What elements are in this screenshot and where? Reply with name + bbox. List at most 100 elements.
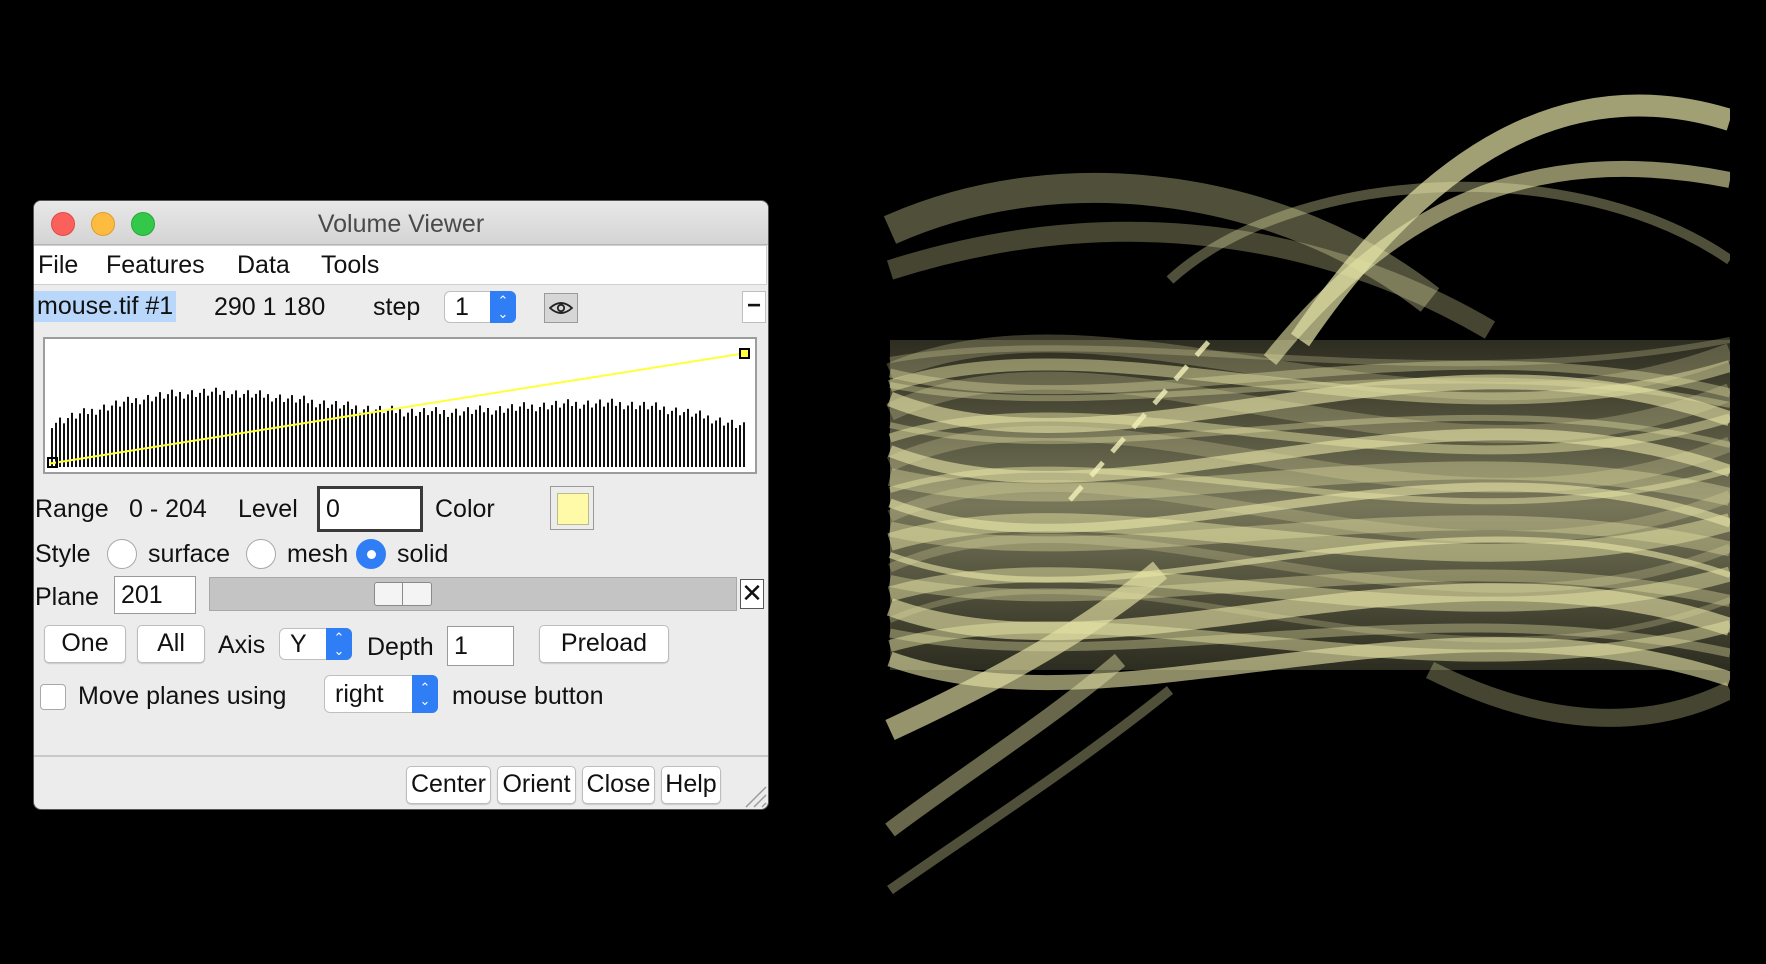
- clear-planes-button[interactable]: ✕: [740, 579, 764, 609]
- eye-button[interactable]: [544, 293, 578, 323]
- histogram-bar: [135, 398, 137, 467]
- color-swatch-button[interactable]: [550, 486, 594, 530]
- histogram-bar: [547, 409, 549, 467]
- histogram-bar: [643, 401, 645, 467]
- mouse-button-select[interactable]: right ⌃ ⌄: [324, 675, 438, 713]
- center-button[interactable]: Center: [406, 766, 491, 804]
- step-select[interactable]: 1 ⌃ ⌄: [444, 291, 516, 323]
- histogram-bar: [607, 402, 609, 467]
- close-button[interactable]: Close: [582, 766, 655, 804]
- histogram-bar: [471, 413, 473, 467]
- all-planes-button[interactable]: All: [137, 625, 205, 663]
- histogram-bar: [343, 405, 345, 467]
- histogram-bar: [115, 400, 117, 467]
- histogram-bar: [331, 404, 333, 467]
- histogram-bar: [671, 410, 673, 467]
- help-button[interactable]: Help: [661, 766, 721, 804]
- histogram-bar: [635, 409, 637, 467]
- histogram-bar: [223, 390, 225, 467]
- histogram-bar: [51, 428, 53, 467]
- histogram-bar: [579, 408, 581, 467]
- histogram-bar: [451, 412, 453, 467]
- histogram-bar: [151, 401, 153, 467]
- resize-grip-icon[interactable]: [742, 783, 768, 809]
- histogram-bar: [119, 406, 121, 467]
- plane-slider-thumb[interactable]: [374, 582, 432, 606]
- eye-icon: [549, 302, 573, 314]
- axis-select[interactable]: Y ⌃ ⌄: [279, 628, 352, 660]
- plane-slider[interactable]: [209, 577, 737, 611]
- menu-file[interactable]: File: [38, 251, 78, 280]
- histogram-bar: [227, 398, 229, 467]
- histogram-bar: [307, 403, 309, 467]
- histogram-bar: [147, 394, 149, 467]
- histogram-panel[interactable]: [43, 337, 757, 474]
- histogram-bar: [619, 402, 621, 467]
- histogram-bar: [315, 407, 317, 467]
- histogram-bar: [291, 395, 293, 467]
- histogram-bar: [163, 398, 165, 467]
- histogram-bar: [723, 425, 725, 467]
- move-planes-checkbox[interactable]: [40, 684, 66, 710]
- histogram-bar: [423, 408, 425, 467]
- histogram-bar: [447, 416, 449, 467]
- style-surface-label[interactable]: surface: [148, 540, 230, 569]
- histogram-bar: [599, 399, 601, 467]
- histogram-bar: [495, 410, 497, 467]
- menu-features[interactable]: Features: [106, 251, 205, 280]
- histogram-bar: [691, 416, 693, 467]
- histogram-bar: [503, 412, 505, 467]
- collapse-panel-button[interactable]: −: [742, 291, 766, 323]
- histogram-bar: [515, 410, 517, 467]
- histogram-chart[interactable]: [45, 339, 755, 472]
- style-mesh-label[interactable]: mesh: [287, 540, 348, 569]
- histogram-bar: [427, 415, 429, 467]
- histogram-bar: [271, 401, 273, 467]
- range-value: 0 - 204: [129, 495, 207, 523]
- histogram-bar: [211, 391, 213, 467]
- histogram-bar: [87, 414, 89, 467]
- histogram-bar: [247, 390, 249, 467]
- histogram-bar: [531, 404, 533, 467]
- histogram-bar: [379, 405, 381, 467]
- step-value: 1: [455, 293, 469, 321]
- style-mesh-radio[interactable]: [246, 539, 276, 569]
- style-solid-radio[interactable]: [356, 539, 386, 569]
- histogram-bar: [587, 400, 589, 467]
- title-bar[interactable]: Volume Viewer: [34, 201, 768, 245]
- style-solid-label[interactable]: solid: [397, 540, 448, 569]
- histogram-bar: [595, 403, 597, 467]
- histogram-bar: [367, 405, 369, 467]
- histogram-bar: [155, 396, 157, 467]
- histogram-bar: [275, 398, 277, 467]
- depth-input[interactable]: 1: [447, 626, 514, 666]
- x-icon: ✕: [741, 578, 763, 608]
- histogram-bar: [483, 412, 485, 467]
- footer-divider: [34, 755, 768, 757]
- histogram-bar: [415, 415, 417, 467]
- histogram-bar: [327, 407, 329, 467]
- threshold-end-handle[interactable]: [739, 348, 750, 359]
- preload-button[interactable]: Preload: [539, 625, 669, 663]
- volume-render-view[interactable]: [870, 30, 1730, 930]
- move-planes-label: Move planes using: [78, 682, 287, 710]
- histogram-bar: [395, 413, 397, 467]
- orient-button[interactable]: Orient: [497, 766, 576, 804]
- dataset-name[interactable]: mouse.tif #1: [34, 291, 177, 322]
- histogram-bar: [203, 388, 205, 467]
- one-plane-button[interactable]: One: [44, 625, 126, 663]
- style-surface-radio[interactable]: [107, 539, 137, 569]
- histogram-bar: [699, 410, 701, 467]
- histogram-bar: [283, 402, 285, 467]
- menu-data[interactable]: Data: [237, 251, 290, 280]
- plane-input[interactable]: 201: [114, 576, 196, 614]
- histogram-bar: [187, 394, 189, 467]
- histogram-bar: [295, 402, 297, 467]
- menu-tools[interactable]: Tools: [321, 251, 379, 280]
- histogram-bar: [103, 404, 105, 467]
- level-input[interactable]: 0: [317, 486, 423, 532]
- axis-value: Y: [290, 630, 307, 658]
- histogram-bar: [279, 394, 281, 467]
- histogram-bar: [403, 416, 405, 467]
- fiber-strand: [886, 221, 1496, 339]
